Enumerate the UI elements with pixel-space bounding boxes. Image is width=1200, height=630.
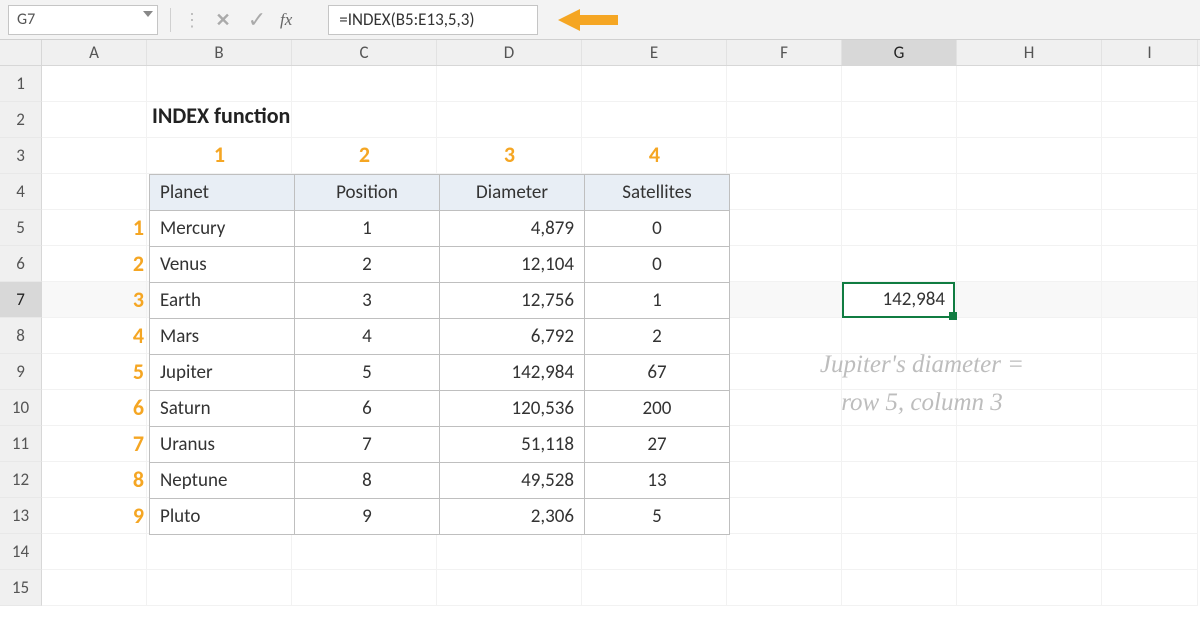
table-row[interactable]: Jupiter5142,98467: [150, 355, 730, 391]
table-row[interactable]: Venus212,1040: [150, 247, 730, 283]
cell-position[interactable]: 8: [295, 463, 440, 499]
cell-position[interactable]: 7: [295, 427, 440, 463]
formula-input[interactable]: =INDEX(B5:E13,5,3): [328, 5, 538, 35]
row-header-5[interactable]: 5: [0, 210, 42, 246]
col-header-A[interactable]: A: [42, 40, 147, 65]
cell-satellites[interactable]: 13: [585, 463, 730, 499]
planet-table[interactable]: Planet Position Diameter Satellites Merc…: [149, 174, 730, 535]
row-header-1[interactable]: 1: [0, 66, 42, 102]
row-header-14[interactable]: 14: [0, 534, 42, 570]
table-row[interactable]: Uranus751,11827: [150, 427, 730, 463]
cell-diameter[interactable]: 4,879: [440, 211, 585, 247]
cell-planet[interactable]: Uranus: [150, 427, 295, 463]
cell-diameter[interactable]: 142,984: [440, 355, 585, 391]
col-header-B[interactable]: B: [147, 40, 292, 65]
cell-diameter[interactable]: 12,104: [440, 247, 585, 283]
cell-planet[interactable]: Venus: [150, 247, 295, 283]
row-header-13[interactable]: 13: [0, 498, 42, 534]
name-box-value: G7: [17, 10, 35, 29]
cell-diameter[interactable]: 49,528: [440, 463, 585, 499]
chevron-down-icon[interactable]: [143, 11, 153, 17]
divider: [170, 8, 171, 32]
col-header-I[interactable]: I: [1102, 40, 1198, 65]
cell-position[interactable]: 2: [295, 247, 440, 283]
header-planet[interactable]: Planet: [150, 175, 295, 211]
formula-text: =INDEX(B5:E13,5,3): [339, 9, 474, 30]
confirm-icon[interactable]: ✓: [240, 6, 274, 34]
cell-satellites[interactable]: 1: [585, 283, 730, 319]
row-header-10[interactable]: 10: [0, 390, 42, 426]
fx-icon[interactable]: fx: [280, 10, 292, 30]
cell-satellites[interactable]: 0: [585, 247, 730, 283]
header-satellites[interactable]: Satellites: [585, 175, 730, 211]
selected-cell[interactable]: 142,984: [842, 282, 955, 318]
cell-planet[interactable]: Pluto: [150, 499, 295, 535]
col-header-G[interactable]: G: [842, 40, 957, 65]
header-diameter[interactable]: Diameter: [440, 175, 585, 211]
cell-diameter[interactable]: 51,118: [440, 427, 585, 463]
cell-position[interactable]: 5: [295, 355, 440, 391]
fill-handle[interactable]: [949, 312, 957, 320]
col-header-E[interactable]: E: [582, 40, 727, 65]
cell-satellites[interactable]: 0: [585, 211, 730, 247]
cell-position[interactable]: 1: [295, 211, 440, 247]
cell-position[interactable]: 4: [295, 319, 440, 355]
formula-bar: G7 ⋮ ✕ ✓ fx =INDEX(B5:E13,5,3): [0, 0, 1200, 40]
table-header-row: Planet Position Diameter Satellites: [150, 175, 730, 211]
cell-planet[interactable]: Saturn: [150, 391, 295, 427]
cell-planet[interactable]: Neptune: [150, 463, 295, 499]
cell-planet[interactable]: Jupiter: [150, 355, 295, 391]
row-header-15[interactable]: 15: [0, 570, 42, 606]
cell-satellites[interactable]: 5: [585, 499, 730, 535]
cell-satellites[interactable]: 200: [585, 391, 730, 427]
cancel-icon[interactable]: ✕: [206, 6, 240, 34]
cell-satellites[interactable]: 2: [585, 319, 730, 355]
name-box[interactable]: G7: [8, 5, 158, 35]
cell-satellites[interactable]: 67: [585, 355, 730, 391]
table-row[interactable]: Pluto92,3065: [150, 499, 730, 535]
row-header-7[interactable]: 7: [0, 282, 42, 318]
table-row[interactable]: Saturn6120,536200: [150, 391, 730, 427]
cell-diameter[interactable]: 12,756: [440, 283, 585, 319]
row-header-8[interactable]: 8: [0, 318, 42, 354]
row-headers: 1 2 3 4 5 6 7 8 9 10 11 12 13 14 15: [0, 66, 42, 606]
row-header-2[interactable]: 2: [0, 102, 42, 138]
cell-diameter[interactable]: 2,306: [440, 499, 585, 535]
table-row[interactable]: Mercury14,8790: [150, 211, 730, 247]
col-header-C[interactable]: C: [292, 40, 437, 65]
row-header-12[interactable]: 12: [0, 462, 42, 498]
row-header-4[interactable]: 4: [0, 174, 42, 210]
cell-diameter[interactable]: 120,536: [440, 391, 585, 427]
arrow-annotation-icon: [558, 7, 618, 33]
table-row[interactable]: Neptune849,52813: [150, 463, 730, 499]
cell-planet[interactable]: Mercury: [150, 211, 295, 247]
column-headers: A B C D E F G H I: [0, 40, 1200, 66]
row-header-11[interactable]: 11: [0, 426, 42, 462]
row-header-3[interactable]: 3: [0, 138, 42, 174]
select-all-corner[interactable]: [0, 40, 42, 65]
header-position[interactable]: Position: [295, 175, 440, 211]
cell-planet[interactable]: Earth: [150, 283, 295, 319]
cell-position[interactable]: 6: [295, 391, 440, 427]
cell-planet[interactable]: Mars: [150, 319, 295, 355]
col-header-H[interactable]: H: [957, 40, 1102, 65]
cell-position[interactable]: 3: [295, 283, 440, 319]
col-header-F[interactable]: F: [727, 40, 842, 65]
cell-position[interactable]: 9: [295, 499, 440, 535]
table-row[interactable]: Earth312,7561: [150, 283, 730, 319]
cell-diameter[interactable]: 6,792: [440, 319, 585, 355]
worksheet-grid[interactable]: INDEX function 1 2 3 4 1 2 3 4 5 6 7 8 9: [42, 66, 1200, 606]
row-header-9[interactable]: 9: [0, 354, 42, 390]
selected-cell-value: 142,984: [882, 288, 945, 311]
row-header-6[interactable]: 6: [0, 246, 42, 282]
col-header-D[interactable]: D: [437, 40, 582, 65]
grip-dots-icon: ⋮: [183, 9, 200, 31]
table-row[interactable]: Mars46,7922: [150, 319, 730, 355]
cell-satellites[interactable]: 27: [585, 427, 730, 463]
